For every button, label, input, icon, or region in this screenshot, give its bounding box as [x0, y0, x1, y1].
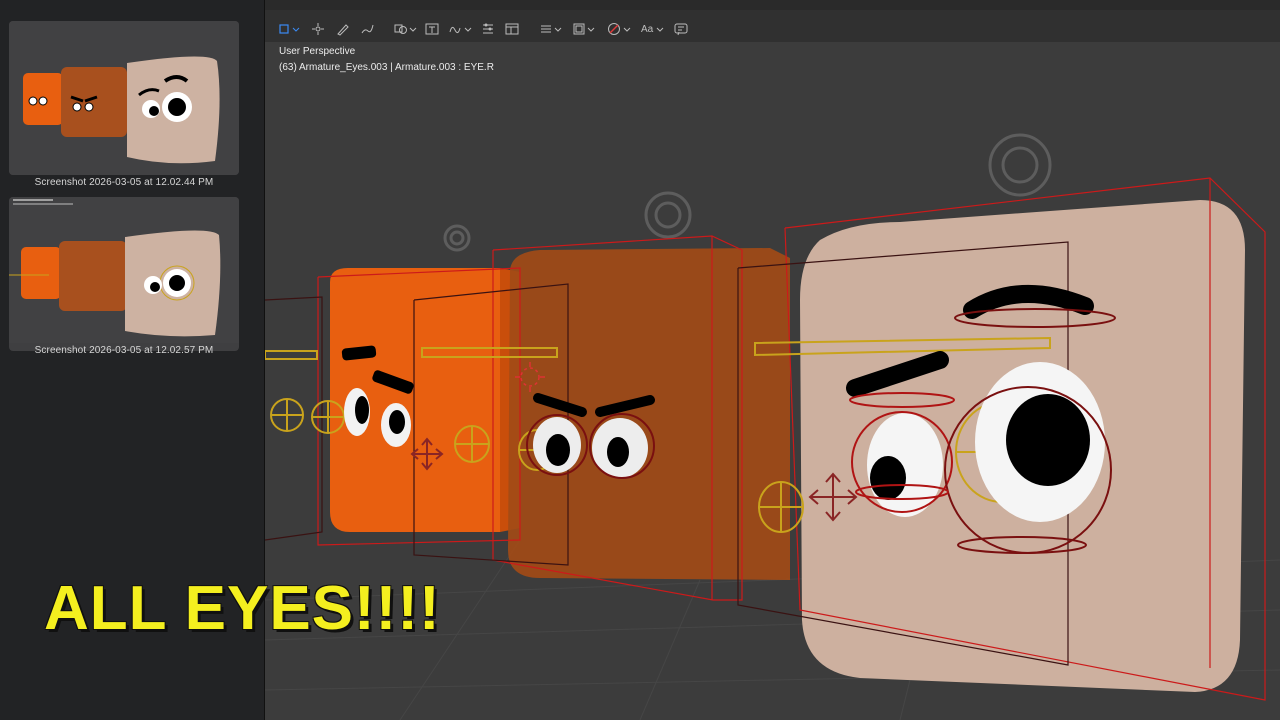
- fill-color-icon[interactable]: [607, 19, 633, 39]
- page-layout-icon[interactable]: [504, 19, 520, 39]
- thumbnail-1-caption: Screenshot 2026-03-05 at 12.02.44 PM: [34, 177, 214, 188]
- thumbnail-2-image: [9, 197, 239, 343]
- overlay-caption: ALL EYES!!!!: [44, 574, 441, 643]
- select-box-icon[interactable]: [279, 19, 301, 39]
- brown-cube: [508, 248, 790, 580]
- title-strip: [265, 0, 1280, 10]
- text-style-label: Aa: [641, 23, 654, 35]
- cursor-sparkle-icon[interactable]: [310, 19, 326, 39]
- thumbnail-2-caption: Screenshot 2026-03-05 at 12.02.57 PM: [34, 345, 214, 356]
- sketch-pen-icon[interactable]: [359, 19, 375, 39]
- annotate-pen-icon[interactable]: [335, 19, 351, 39]
- border-color-icon[interactable]: [573, 19, 597, 39]
- text-box-icon[interactable]: [424, 19, 440, 39]
- thumbnail-2[interactable]: [9, 197, 239, 351]
- shapes-icon[interactable]: [394, 19, 418, 39]
- signature-icon[interactable]: [448, 19, 474, 39]
- view-mode-label: User Perspective: [279, 46, 356, 57]
- description-icon[interactable]: [673, 19, 689, 39]
- adjust-color-icon[interactable]: [480, 19, 496, 39]
- line-style-icon[interactable]: [540, 19, 564, 39]
- active-object-label: (63) Armature_Eyes.003 | Armature.003 : …: [279, 62, 494, 73]
- thumbnail-1-image: [9, 21, 239, 175]
- text-style-icon[interactable]: Aa: [641, 19, 665, 39]
- thumbnail-1[interactable]: [9, 21, 239, 175]
